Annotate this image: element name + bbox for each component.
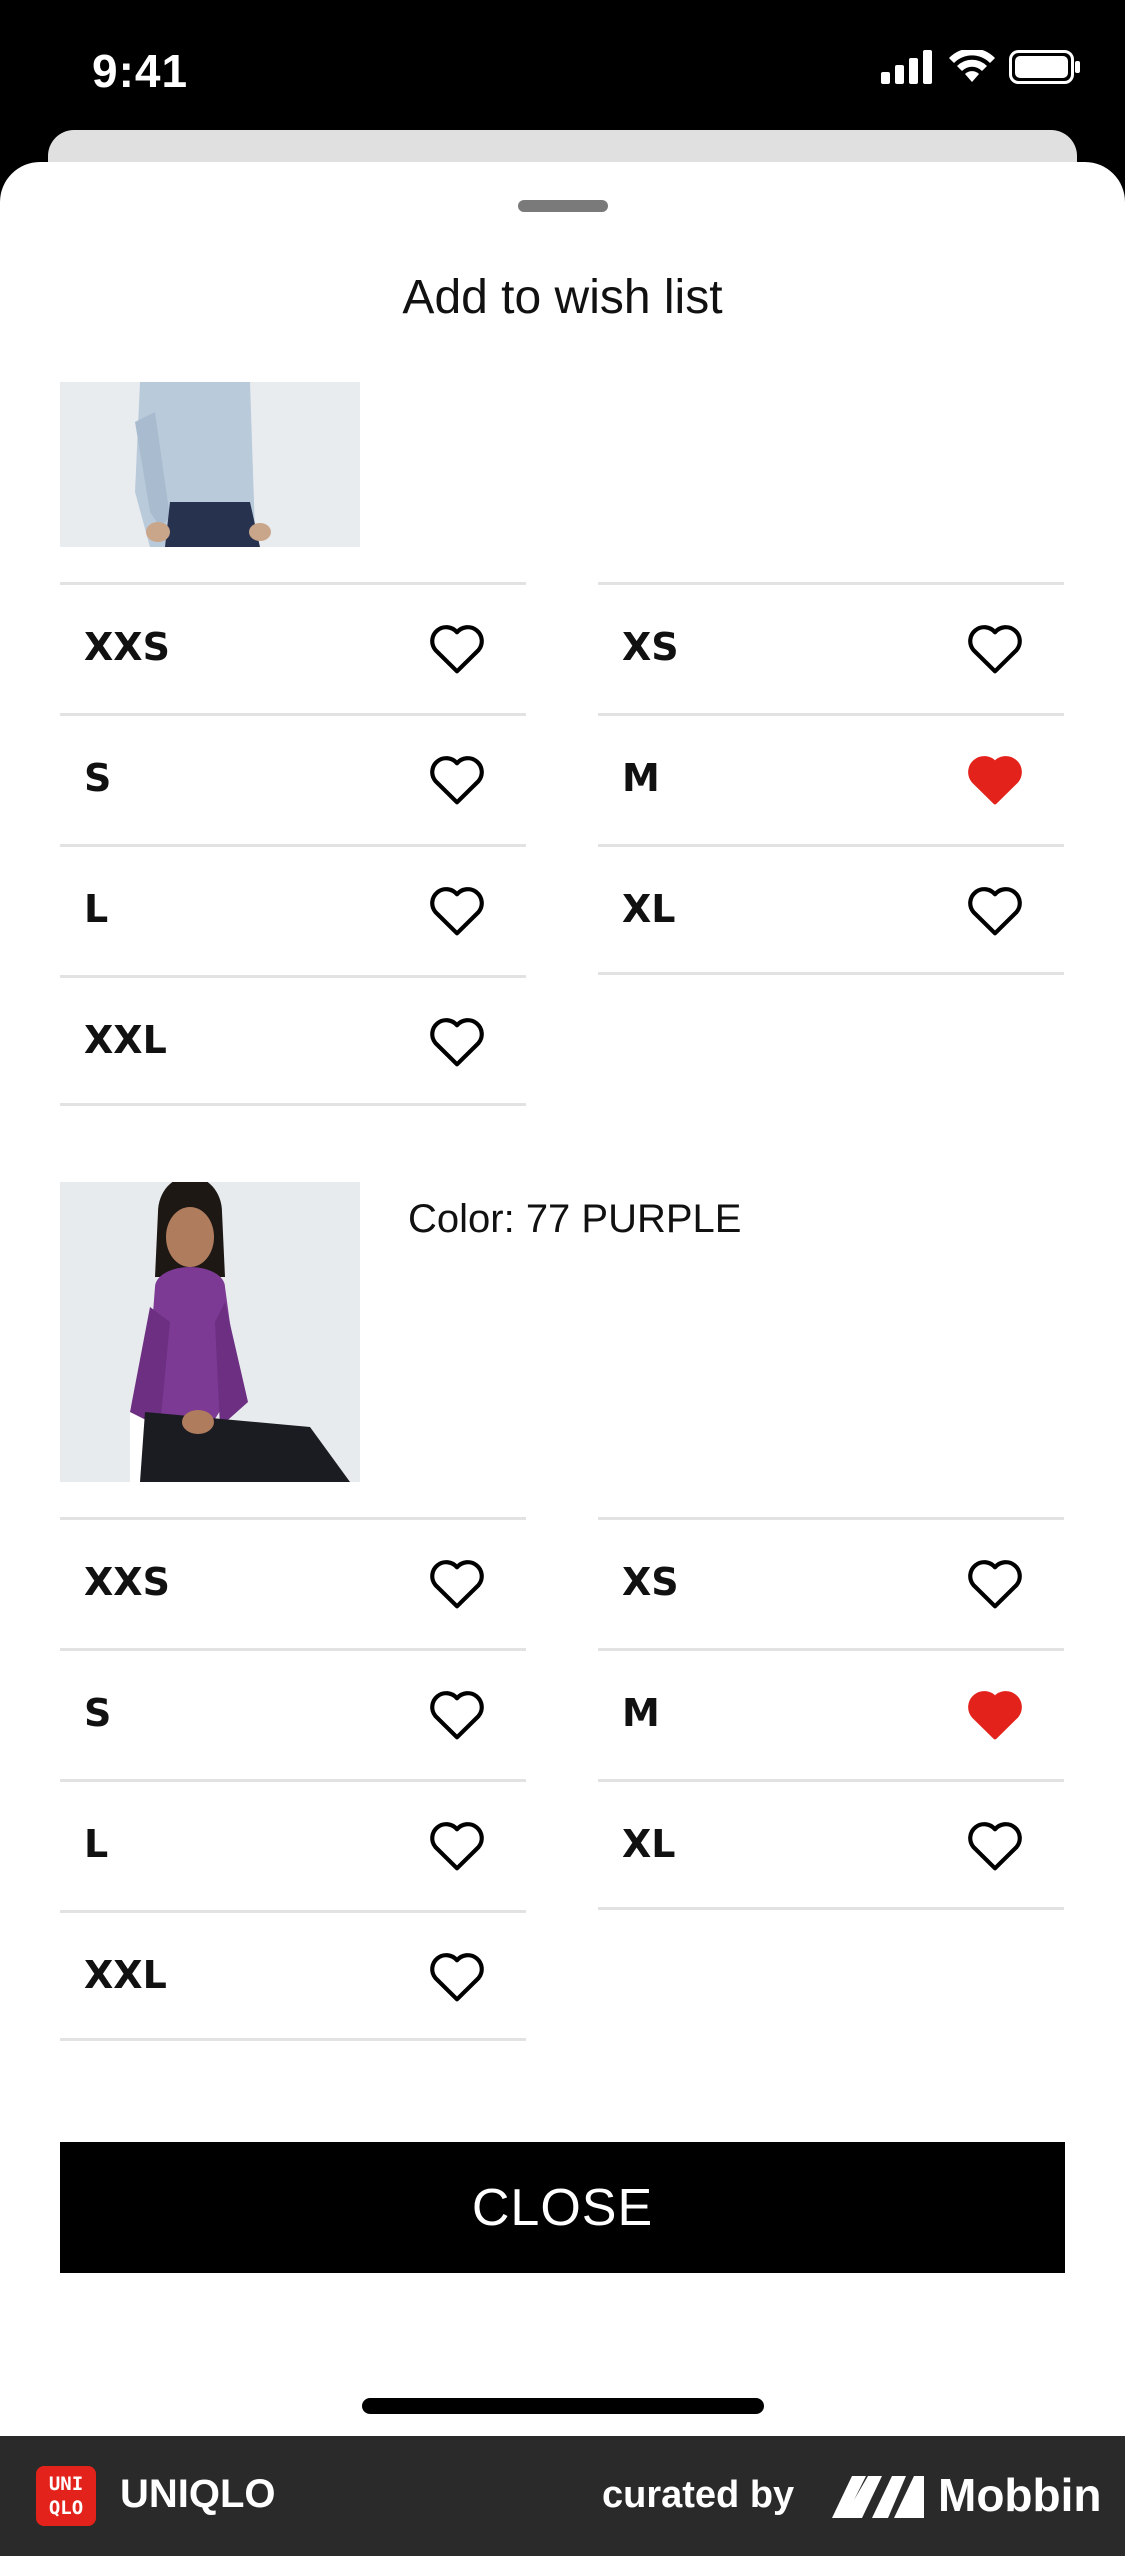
- size-label: XXS: [84, 1560, 170, 1604]
- size-option[interactable]: M: [598, 713, 1064, 844]
- size-option[interactable]: L: [60, 1779, 526, 1910]
- wish-list-sheet: Add to wish list XXS XS S M L XL XXL Col…: [0, 162, 1125, 2436]
- home-indicator: [362, 2398, 764, 2414]
- wifi-icon: [949, 50, 995, 82]
- curated-by-label: curated by: [602, 2474, 795, 2516]
- size-label: XS: [622, 625, 679, 669]
- heart-outline-icon[interactable]: [424, 1812, 490, 1878]
- mobbin-name: Mobbin: [938, 2469, 1102, 2521]
- brand-name: UNIQLO: [120, 2472, 276, 2516]
- size-label: S: [84, 756, 112, 800]
- size-option[interactable]: XS: [598, 1517, 1064, 1648]
- heart-outline-icon[interactable]: [424, 615, 490, 681]
- mobbin-logo-icon: [832, 2476, 924, 2518]
- size-label: XXL: [84, 1018, 167, 1062]
- size-option[interactable]: XS: [598, 582, 1064, 713]
- heart-outline-icon[interactable]: [962, 1812, 1028, 1878]
- size-option[interactable]: S: [60, 1648, 526, 1779]
- size-label: XXS: [84, 625, 170, 669]
- heart-outline-icon[interactable]: [962, 877, 1028, 943]
- size-label: M: [622, 1691, 660, 1735]
- heart-outline-icon[interactable]: [424, 1008, 490, 1074]
- size-label: M: [622, 756, 660, 800]
- size-label: XL: [622, 887, 676, 931]
- heart-outline-icon[interactable]: [424, 746, 490, 812]
- footer-bar: UNI QLO UNIQLO curated by Mobbin: [0, 2436, 1125, 2556]
- size-label: XS: [622, 1560, 679, 1604]
- size-option[interactable]: XXL: [60, 975, 526, 1106]
- sheet-grabber[interactable]: [518, 200, 608, 212]
- size-option[interactable]: L: [60, 844, 526, 975]
- heart-outline-icon[interactable]: [962, 1550, 1028, 1616]
- heart-outline-icon[interactable]: [424, 877, 490, 943]
- size-option[interactable]: M: [598, 1648, 1064, 1779]
- product-image: [60, 382, 360, 547]
- product-image: [60, 1182, 360, 1482]
- close-button[interactable]: CLOSE: [60, 2142, 1065, 2273]
- sheet-title: Add to wish list: [402, 271, 723, 324]
- size-label: XL: [622, 1822, 676, 1866]
- size-option[interactable]: XXL: [60, 1910, 526, 2041]
- heart-outline-icon[interactable]: [962, 615, 1028, 681]
- size-label: XXL: [84, 1953, 167, 1997]
- size-label: L: [84, 1822, 109, 1866]
- size-option[interactable]: XL: [598, 844, 1064, 975]
- heart-filled-icon[interactable]: [962, 1681, 1028, 1747]
- size-label: S: [84, 1691, 112, 1735]
- size-option[interactable]: XL: [598, 1779, 1064, 1910]
- status-icons: [881, 50, 1081, 84]
- size-option[interactable]: XXS: [60, 582, 526, 713]
- heart-outline-icon[interactable]: [424, 1681, 490, 1747]
- heart-filled-icon[interactable]: [962, 746, 1028, 812]
- cellular-signal-icon: [881, 50, 932, 84]
- status-bar: 9:41: [0, 0, 1125, 140]
- battery-icon: [1009, 50, 1080, 84]
- heart-outline-icon[interactable]: [424, 1943, 490, 2009]
- status-time: 9:41: [92, 45, 189, 97]
- size-option[interactable]: XXS: [60, 1517, 526, 1648]
- size-label: L: [84, 887, 109, 931]
- heart-outline-icon[interactable]: [424, 1550, 490, 1616]
- product-color-label: Color: 77 PURPLE: [408, 1197, 742, 1241]
- size-option[interactable]: S: [60, 713, 526, 844]
- uniqlo-logo: UNI QLO: [36, 2466, 96, 2526]
